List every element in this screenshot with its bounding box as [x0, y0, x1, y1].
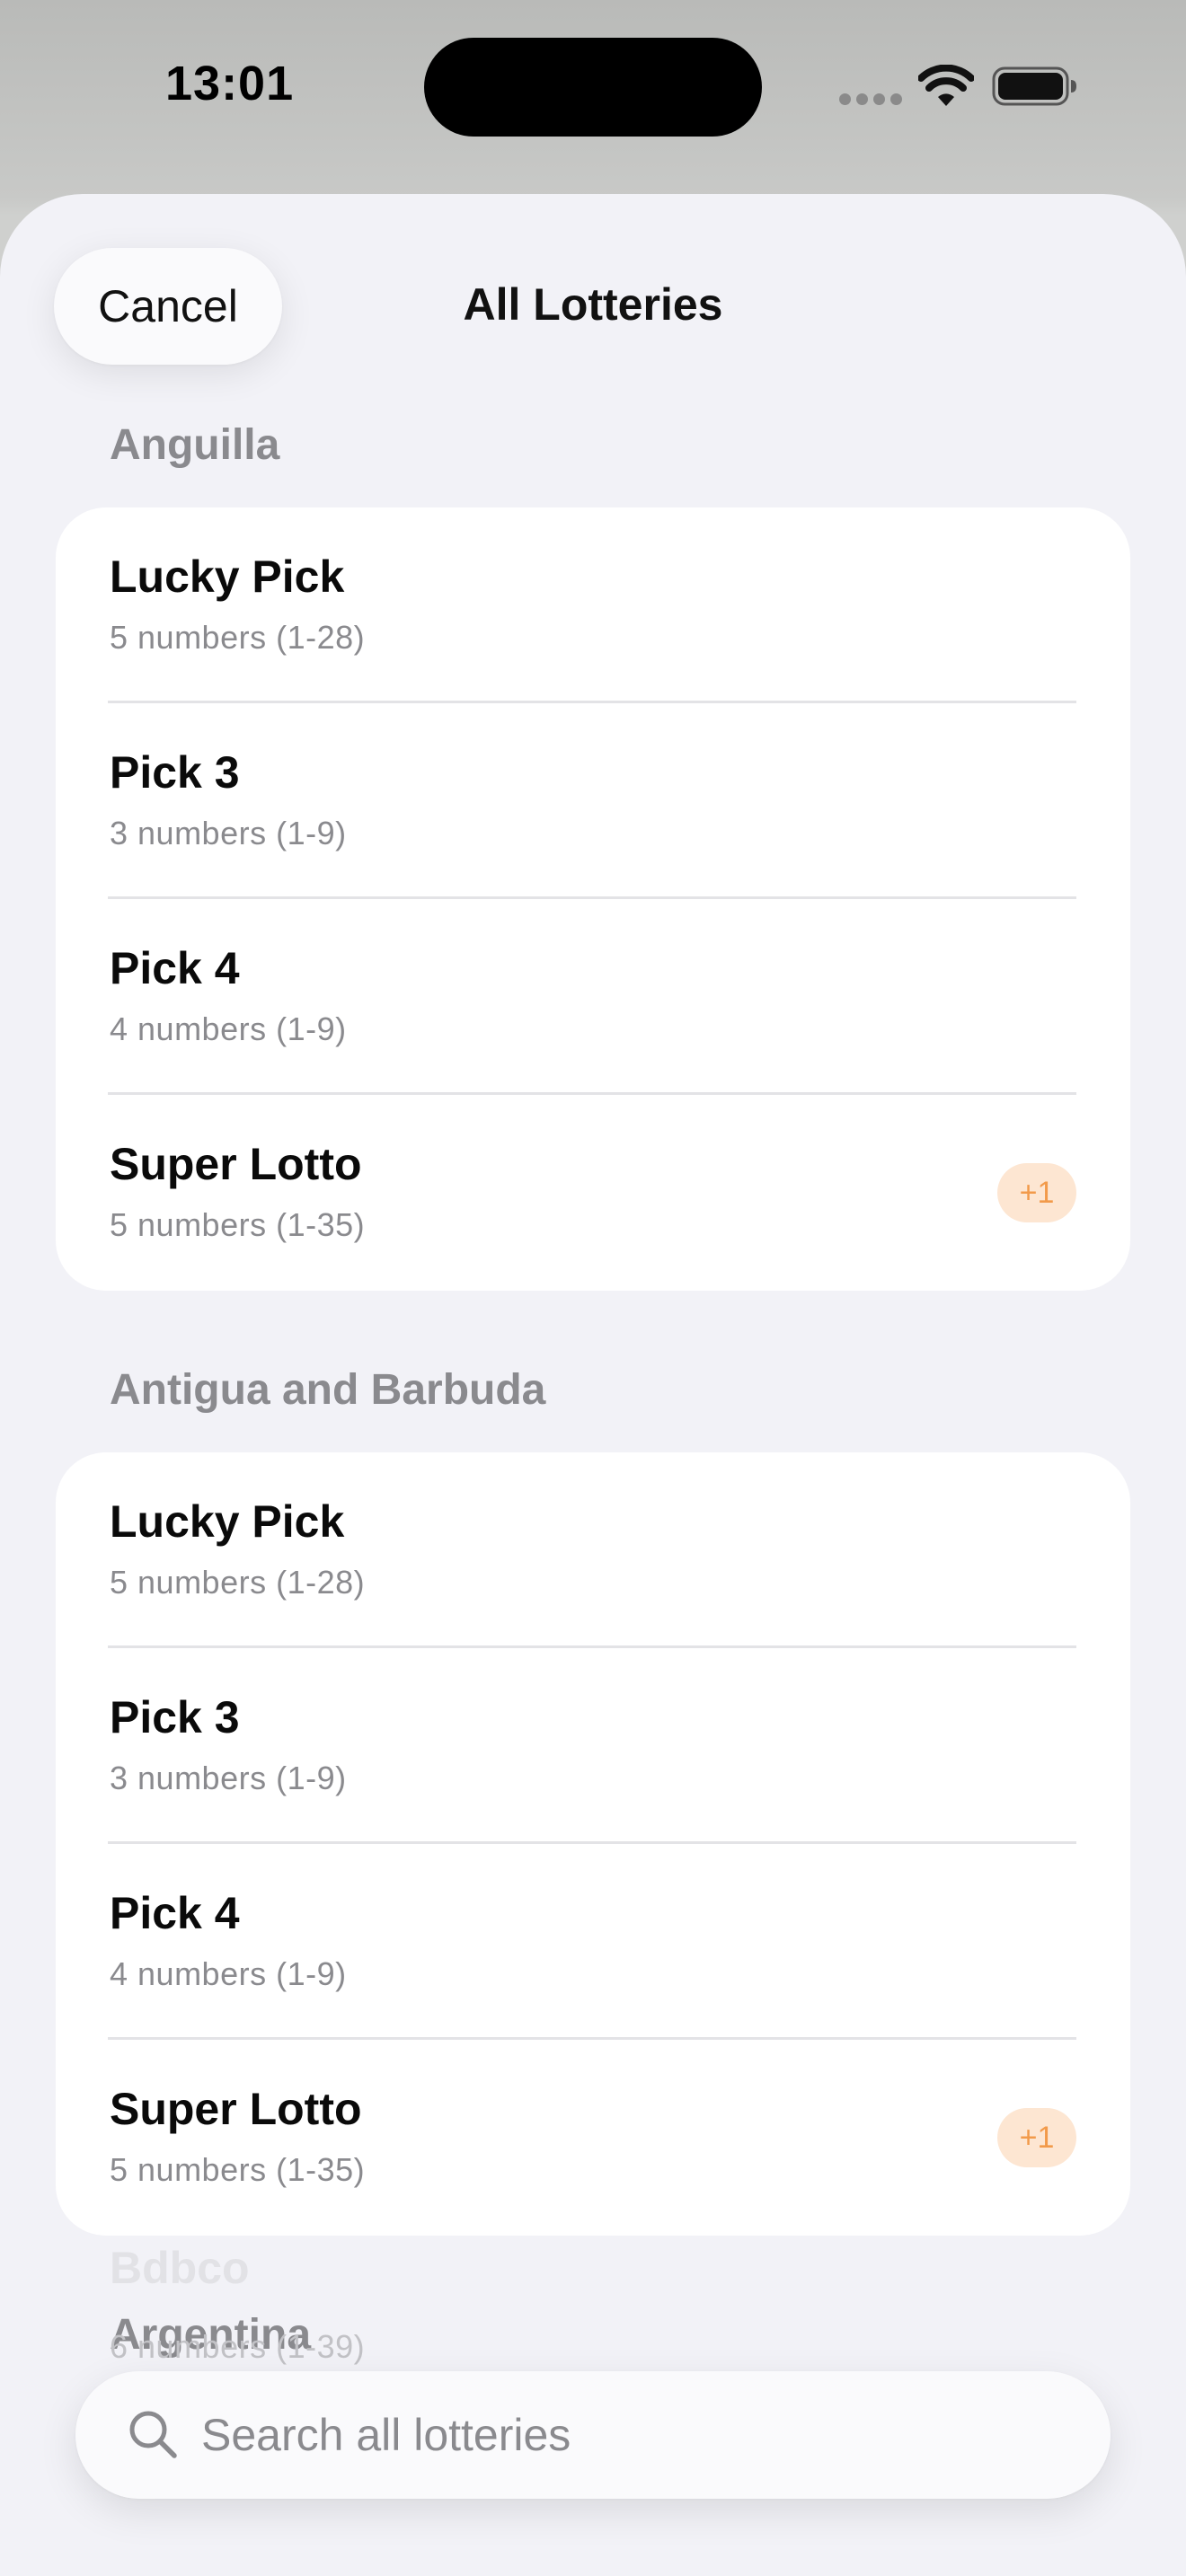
battery-icon	[992, 66, 1076, 106]
status-bar: 13:01	[0, 0, 1186, 189]
section-card-antigua-and-barbuda: Lucky Pick 5 numbers (1-28) Pick 3 3 num…	[56, 1452, 1130, 2236]
dynamic-island	[424, 38, 762, 137]
list-item[interactable]: Lucky Pick 5 numbers (1-28)	[56, 507, 1130, 703]
lottery-sheet: Cancel All Lotteries Anguilla Lucky Pick…	[0, 194, 1186, 2576]
section-card-anguilla: Lucky Pick 5 numbers (1-28) Pick 3 3 num…	[56, 507, 1130, 1291]
lottery-description: 5 numbers (1-35)	[110, 1206, 366, 1243]
lottery-description: 3 numbers (1-9)	[110, 1760, 347, 1796]
lottery-description: 5 numbers (1-28)	[110, 1564, 366, 1601]
list-item[interactable]: Pick 3 3 numbers (1-9)	[56, 1648, 1130, 1844]
lottery-description: 5 numbers (1-35)	[110, 2151, 366, 2188]
list-item[interactable]: Pick 4 4 numbers (1-9)	[56, 899, 1130, 1095]
lottery-name: Pick 3	[110, 747, 240, 798]
section-header-anguilla: Anguilla	[110, 421, 280, 469]
lottery-name: Super Lotto	[110, 1139, 362, 1189]
lottery-description: 4 numbers (1-9)	[110, 1955, 347, 1992]
lottery-description: 3 numbers (1-9)	[110, 815, 347, 851]
lottery-description: 5 numbers (1-28)	[110, 619, 366, 656]
extra-count-badge: +1	[997, 2108, 1076, 2167]
list-item[interactable]: Pick 4 4 numbers (1-9)	[56, 1844, 1130, 2040]
lottery-name: Pick 4	[110, 1888, 240, 1938]
lottery-description: 6 numbers (1-39)	[110, 2328, 366, 2365]
list-item[interactable]: Lucky Pick 5 numbers (1-28)	[56, 1452, 1130, 1648]
status-time: 13:01	[165, 57, 295, 110]
lottery-name: Pick 3	[110, 1692, 240, 1742]
search-input[interactable]	[201, 2396, 1064, 2474]
list-item[interactable]: Super Lotto 5 numbers (1-35) +1	[56, 2040, 1130, 2236]
section-header-antigua-and-barbuda: Antigua and Barbuda	[110, 1366, 546, 1414]
signal-dots-icon	[839, 93, 902, 106]
page-title: All Lotteries	[463, 279, 723, 330]
lottery-name: Lucky Pick	[110, 1496, 345, 1547]
list-item[interactable]: Super Lotto 5 numbers (1-35) +1	[56, 1095, 1130, 1291]
lottery-name: Pick 4	[110, 943, 240, 993]
extra-count-badge: +1	[997, 1163, 1076, 1222]
list-item[interactable]: Pick 3 3 numbers (1-9)	[56, 703, 1130, 899]
lottery-name[interactable]: Bdbco	[110, 2242, 250, 2294]
wifi-icon	[918, 65, 974, 106]
search-icon	[129, 2411, 177, 2458]
lottery-description: 4 numbers (1-9)	[110, 1010, 347, 1047]
search-bar[interactable]	[75, 2371, 1111, 2499]
lottery-name: Super Lotto	[110, 2084, 362, 2134]
lottery-name: Lucky Pick	[110, 551, 345, 602]
